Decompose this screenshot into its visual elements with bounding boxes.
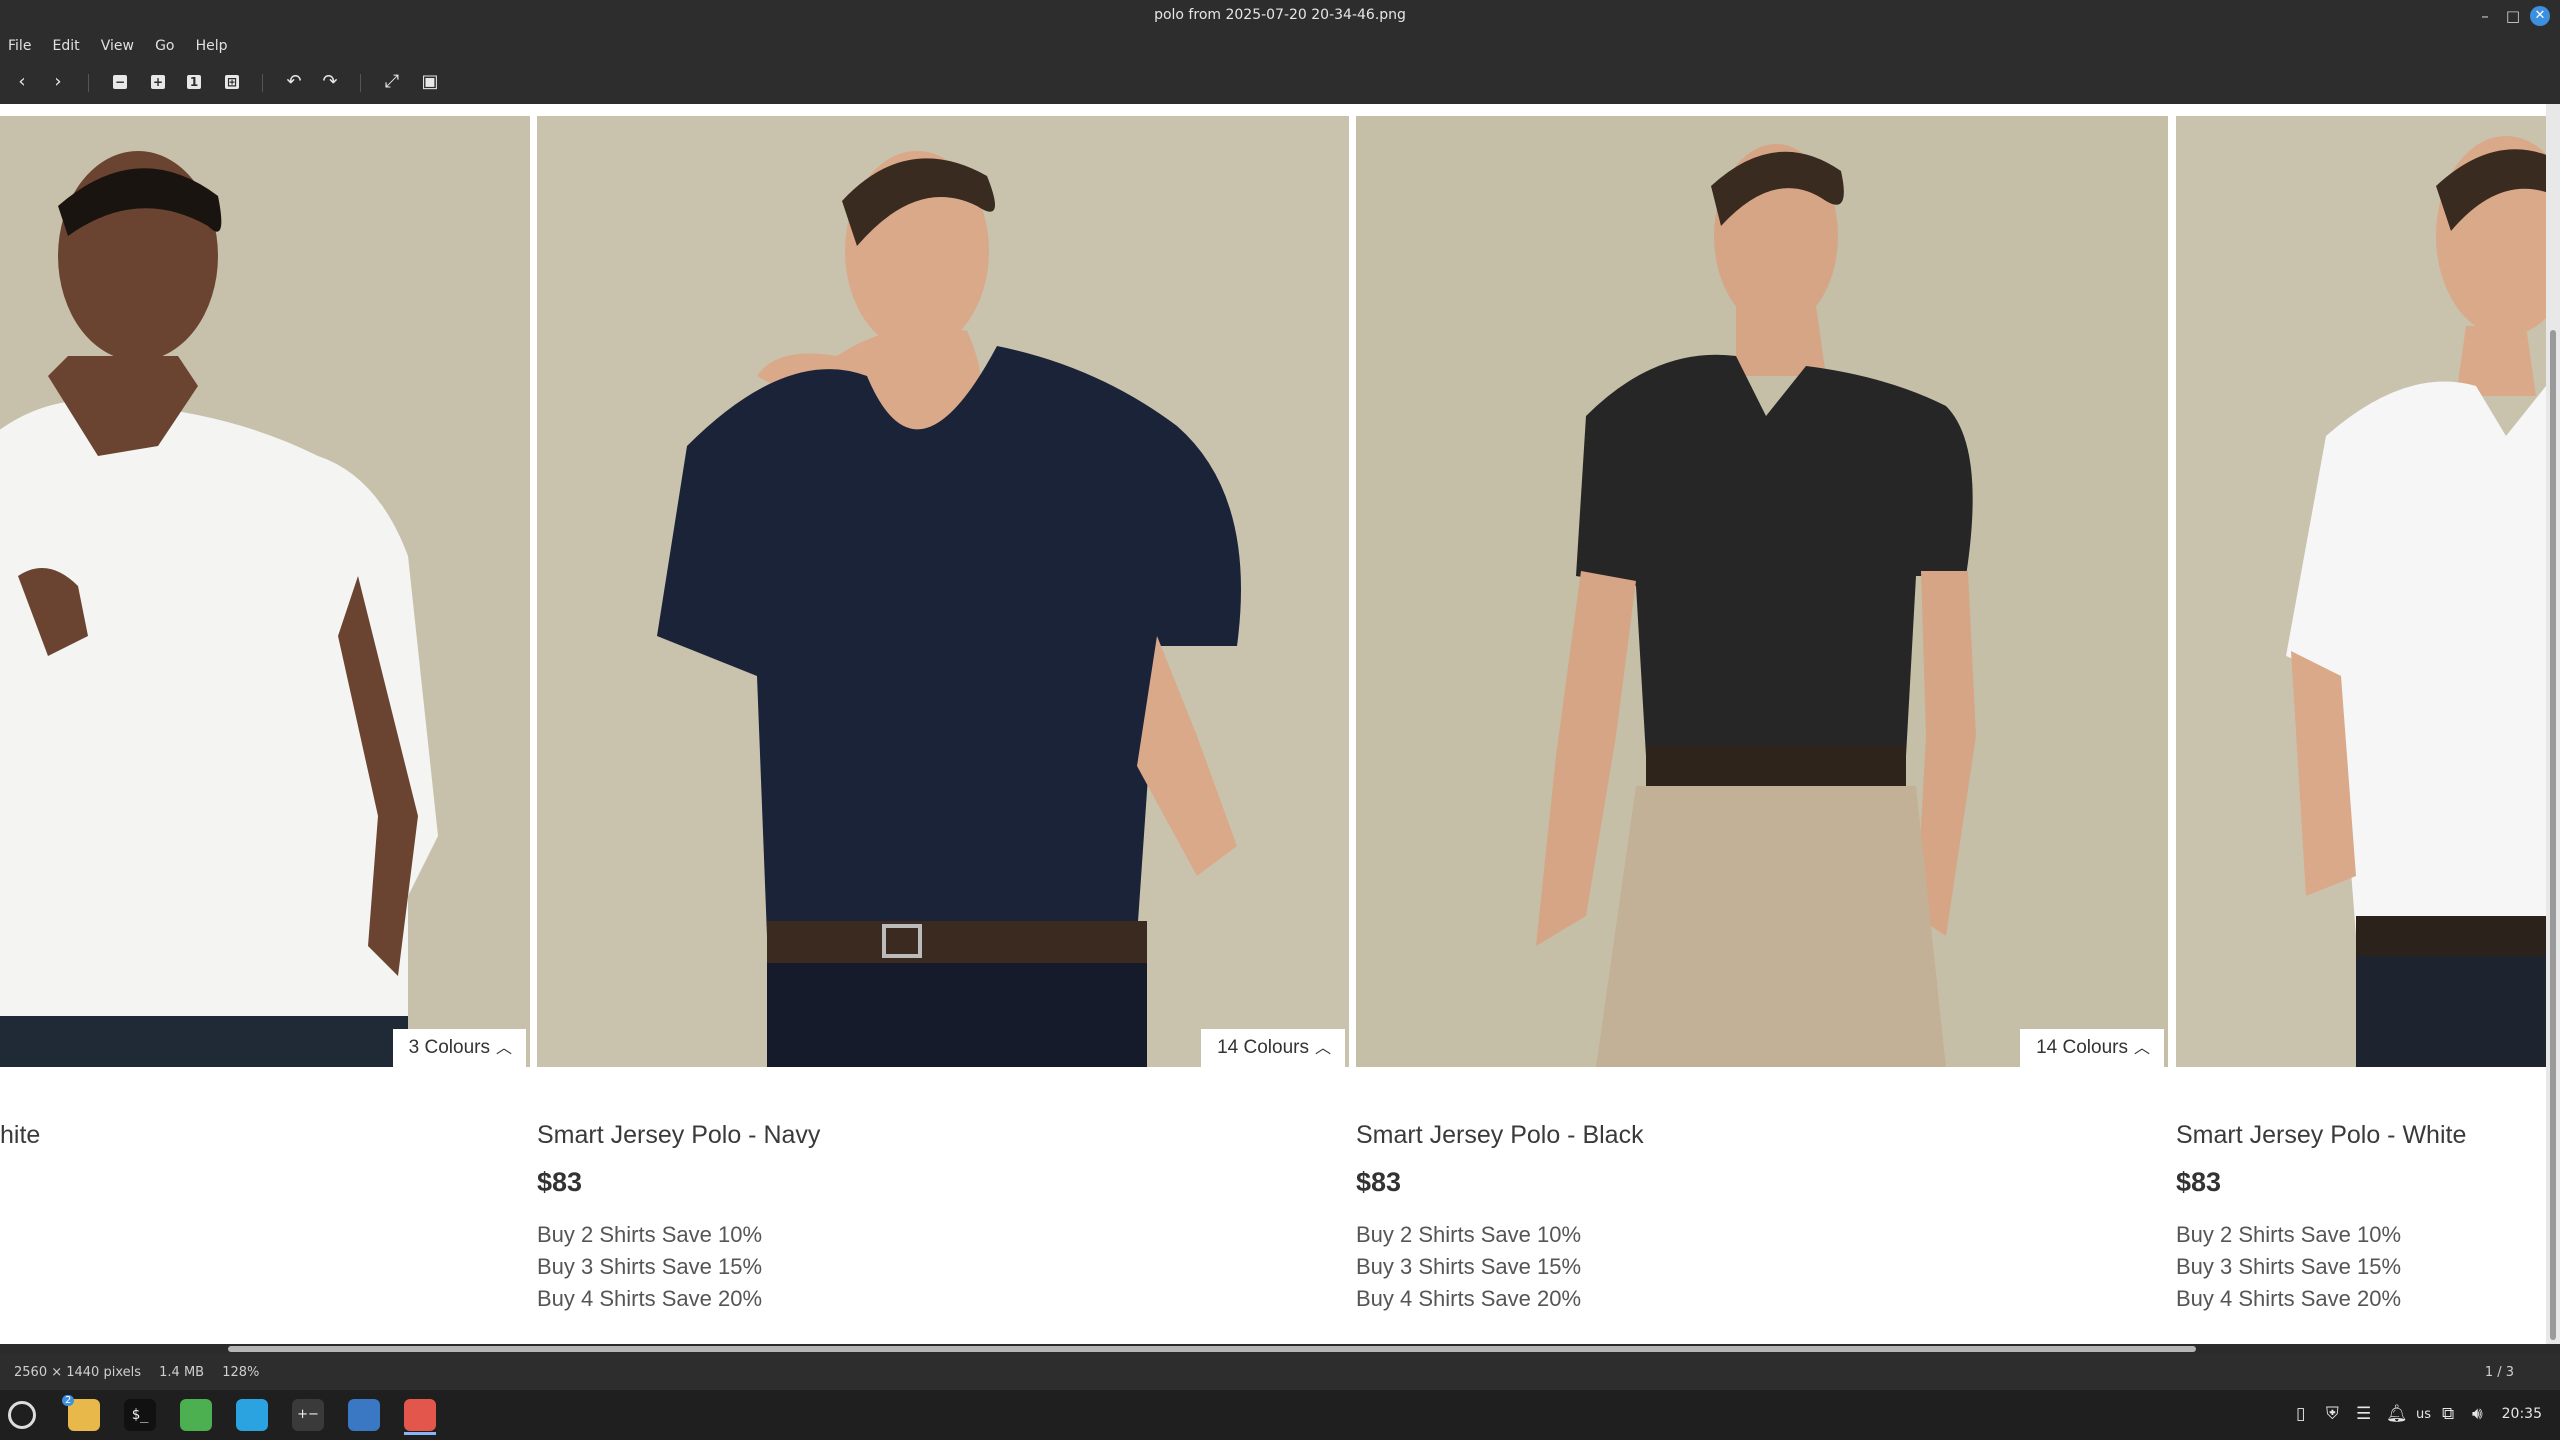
- product-price: $83: [2176, 1167, 2222, 1197]
- promo-item: Buy 4 Shirts Save 20%: [2176, 1286, 2402, 1311]
- scrollbar-thumb[interactable]: [228, 1346, 2196, 1352]
- product-price: $83: [537, 1167, 583, 1197]
- chevron-up-icon: ︿: [495, 1040, 512, 1057]
- promo-item: Buy 3 Shirts Save 15%: [2176, 1254, 2402, 1279]
- clipboard-icon[interactable]: ▯: [2296, 1404, 2305, 1424]
- product-card[interactable]: 14 Colours ︿ Smart Jersey Polo - Navy $83…: [537, 116, 1349, 1344]
- menu-file[interactable]: File: [8, 38, 31, 54]
- screenshot-icon: [348, 1399, 380, 1431]
- vertical-scrollbar[interactable]: [2546, 104, 2560, 1344]
- taskbar-screenshot[interactable]: [342, 1395, 386, 1435]
- promo-list: Buy 2 Shirts Save 10% Buy 3 Shirts Save …: [537, 1219, 762, 1315]
- terminal-icon: $_: [124, 1399, 156, 1431]
- model-illustration: [2176, 116, 2546, 1067]
- product-price: $83: [1356, 1167, 1402, 1197]
- taskbar-calculator[interactable]: +−: [286, 1395, 330, 1435]
- window-title: polo from 2025-07-20 20-34-46.png: [1154, 7, 1406, 23]
- browser-icon: [236, 1399, 268, 1431]
- volume-icon[interactable]: 🔊︎: [2472, 1404, 2483, 1424]
- calculator-icon: +−: [292, 1399, 324, 1431]
- notes-icon[interactable]: ☰: [2356, 1404, 2371, 1424]
- taskbar-files[interactable]: 2: [62, 1395, 106, 1435]
- horizontal-scrollbar[interactable]: [0, 1344, 2560, 1354]
- menu-icon: [8, 1401, 36, 1429]
- zoom-fit-icon[interactable]: ⊞: [220, 70, 244, 94]
- file-size: 1.4 MB: [159, 1365, 205, 1380]
- product-card[interactable]: 3 Colours ︿ hite: [0, 116, 530, 1344]
- image-position: 1 / 3: [2484, 1365, 2514, 1380]
- keyboard-layout[interactable]: us: [2416, 1407, 2431, 1422]
- colours-toggle[interactable]: 3 Colours ︿: [392, 1029, 526, 1067]
- forward-icon[interactable]: ›: [46, 70, 70, 94]
- product-card[interactable]: Smart Jersey Polo - White $83 Buy 2 Shir…: [2176, 116, 2546, 1344]
- taskbar-terminal[interactable]: $_: [118, 1395, 162, 1435]
- menu-help[interactable]: Help: [196, 38, 228, 54]
- toolbar-separator: [88, 74, 89, 92]
- image-canvas[interactable]: 3 Colours ︿ hite 14 Colours ︿ Smart Jersey…: [0, 104, 2546, 1344]
- network-icon[interactable]: ⧉: [2442, 1404, 2454, 1424]
- menu-edit[interactable]: Edit: [53, 38, 80, 54]
- product-photo[interactable]: 14 Colours ︿: [537, 116, 1349, 1067]
- promo-list: Buy 2 Shirts Save 10% Buy 3 Shirts Save …: [1356, 1219, 1581, 1315]
- close-button[interactable]: ✕: [2530, 6, 2550, 26]
- promo-list: Buy 2 Shirts Save 10% Buy 3 Shirts Save …: [2176, 1219, 2401, 1315]
- product-photo[interactable]: 3 Colours ︿: [0, 116, 530, 1067]
- toolbar-separator: [360, 74, 361, 92]
- promo-item: Buy 2 Shirts Save 10%: [1356, 1222, 1582, 1247]
- product-photo[interactable]: [2176, 116, 2546, 1067]
- product-photo[interactable]: 14 Colours ︿: [1356, 116, 2168, 1067]
- spreadsheet-icon: [180, 1399, 212, 1431]
- product-name[interactable]: Smart Jersey Polo - White: [2176, 1121, 2466, 1150]
- back-icon[interactable]: ‹: [10, 70, 34, 94]
- status-bar: 2560 × 1440 pixels 1.4 MB 128% 1 / 3: [0, 1354, 2560, 1390]
- clock[interactable]: 20:35: [2502, 1406, 2542, 1422]
- product-card[interactable]: 14 Colours ︿ Smart Jersey Polo - Black $8…: [1356, 116, 2168, 1344]
- fullscreen-icon[interactable]: ⤢: [380, 70, 404, 94]
- shield-icon[interactable]: ⛨: [2326, 1404, 2339, 1424]
- promo-item: Buy 3 Shirts Save 15%: [537, 1254, 763, 1279]
- taskbar: 2 $_ +− ▯ ⛨ ☰ 🔔︎ us ⧉ 🔊︎ 20:35: [0, 1390, 2560, 1440]
- colours-toggle[interactable]: 14 Colours ︿: [1201, 1029, 1345, 1067]
- model-illustration: [0, 116, 530, 1067]
- app-menu-button[interactable]: [0, 1395, 44, 1435]
- taskbar-browser[interactable]: [230, 1395, 274, 1435]
- zoom-in-icon[interactable]: +: [146, 70, 170, 94]
- zoom-normal-icon[interactable]: 1: [182, 70, 206, 94]
- toolbar-separator: [262, 74, 263, 92]
- maximize-button[interactable]: □: [2502, 5, 2524, 27]
- title-bar: polo from 2025-07-20 20-34-46.png – □ ✕: [0, 0, 2560, 32]
- model-illustration: [537, 116, 1349, 1067]
- image-viewer-icon: [404, 1399, 436, 1431]
- image-dimensions: 2560 × 1440 pixels: [14, 1365, 141, 1380]
- promo-item: Buy 4 Shirts Save 20%: [1356, 1286, 1582, 1311]
- promo-item: Buy 4 Shirts Save 20%: [537, 1286, 763, 1311]
- toolbar: ‹ › − + 1 ⊞ ↶ ↷ ⤢ ▣: [0, 60, 2560, 104]
- chevron-up-icon: ︿: [1314, 1040, 1331, 1057]
- zoom-out-icon[interactable]: −: [108, 70, 132, 94]
- minimize-button[interactable]: –: [2474, 5, 2496, 27]
- menu-view[interactable]: View: [101, 38, 134, 54]
- zoom-level: 128%: [222, 1365, 260, 1380]
- colours-toggle[interactable]: 14 Colours ︿: [2020, 1029, 2164, 1067]
- taskbar-spreadsheet[interactable]: [174, 1395, 218, 1435]
- product-name[interactable]: hite: [0, 1121, 40, 1150]
- slideshow-icon[interactable]: ▣: [418, 70, 442, 94]
- menu-go[interactable]: Go: [155, 38, 174, 54]
- product-name[interactable]: Smart Jersey Polo - Black: [1356, 1121, 1644, 1150]
- scrollbar-thumb[interactable]: [2550, 330, 2556, 1340]
- menu-bar: File Edit View Go Help: [0, 32, 2560, 60]
- model-illustration: [1356, 116, 2168, 1067]
- chevron-up-icon: ︿: [2133, 1040, 2150, 1057]
- taskbar-image-viewer[interactable]: [398, 1395, 442, 1435]
- rotate-right-icon[interactable]: ↷: [318, 70, 342, 94]
- promo-item: Buy 3 Shirts Save 15%: [1356, 1254, 1582, 1279]
- promo-item: Buy 2 Shirts Save 10%: [537, 1222, 763, 1247]
- rotate-left-icon[interactable]: ↶: [282, 70, 306, 94]
- promo-item: Buy 2 Shirts Save 10%: [2176, 1222, 2402, 1247]
- notifications-icon[interactable]: 🔔︎: [2386, 1404, 2408, 1424]
- product-name[interactable]: Smart Jersey Polo - Navy: [537, 1121, 820, 1150]
